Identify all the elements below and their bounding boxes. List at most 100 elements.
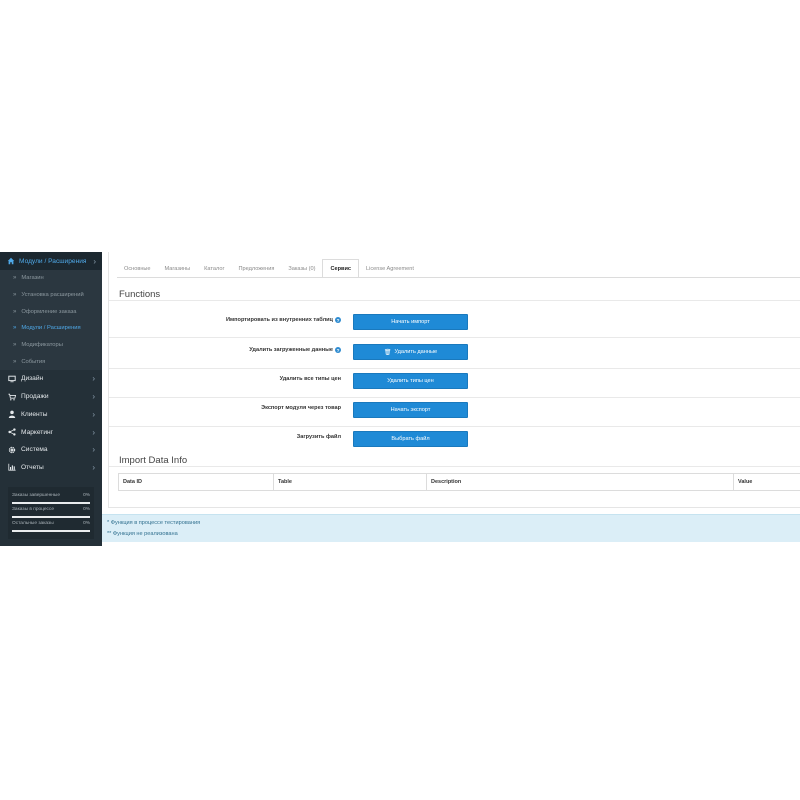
trash-icon: 🗑: [383, 349, 392, 356]
sidebar-sub-item-events[interactable]: » События: [0, 353, 102, 370]
sidebar-sub-item-store[interactable]: » Магазин: [0, 270, 102, 287]
sidebar-sub-item-installer[interactable]: » Установка расширений: [0, 287, 102, 304]
function-label: Загрузить файл: [297, 434, 341, 440]
chevron-icon: »: [13, 308, 17, 315]
function-label-text: Удалить загруженные данные: [249, 347, 333, 353]
start-import-button[interactable]: Начать импорт: [353, 314, 468, 330]
help-icon[interactable]: ?: [335, 317, 341, 323]
home-icon: [7, 257, 15, 265]
sidebar-sub-item-label: События: [21, 358, 46, 365]
note-not-implemented: ** Функция не реализована: [107, 531, 178, 537]
chevron-icon: »: [13, 275, 17, 282]
button-label: Выбрать файл: [391, 436, 430, 442]
choose-file-button[interactable]: Выбрать файл: [353, 431, 468, 447]
column-header-description[interactable]: Description: [426, 474, 733, 490]
sidebar-item-extensions[interactable]: Модули / Расширения ›: [0, 252, 102, 270]
tab-offers[interactable]: Предложения: [232, 259, 282, 278]
gear-icon: [8, 446, 16, 454]
chevron-icon: »: [13, 325, 17, 332]
button-label: Удалить данные: [394, 349, 438, 355]
chevron-right-icon: ›: [92, 462, 95, 472]
sidebar-item-design[interactable]: Дизайн ›: [0, 370, 102, 388]
bar-chart-icon: [8, 463, 16, 472]
sidebar-item-reports[interactable]: Отчеты ›: [0, 459, 102, 477]
sidebar-sub-item-label: Модификаторы: [21, 342, 63, 349]
function-label-text: Загрузить файл: [296, 434, 341, 440]
functions-title: Functions: [119, 289, 161, 300]
tab-service[interactable]: Сервис: [322, 259, 360, 278]
sidebar-item-label: Система: [21, 446, 48, 454]
sidebar-item-label: Маркетинг: [21, 428, 54, 436]
function-label: Удалить все типы цен: [280, 376, 341, 382]
sidebar-item-system[interactable]: Система ›: [0, 441, 102, 459]
sidebar-item-sales[interactable]: Продажи ›: [0, 388, 102, 406]
button-label: Начать импорт: [391, 319, 430, 325]
stat-label: Заказы завершенные: [12, 493, 60, 499]
divider: [109, 466, 800, 467]
function-label-text: Импортировать из внутренних таблиц: [225, 317, 333, 323]
column-header-value[interactable]: Value: [733, 474, 800, 490]
tab-general[interactable]: Основные: [117, 259, 158, 278]
import-data-info-title: Import Data Info: [119, 455, 188, 466]
chevron-right-icon: ›: [93, 256, 96, 266]
function-row-delete-price-types: Удалить все типы цен Удалить типы цен: [109, 367, 800, 396]
chevron-icon: »: [13, 292, 17, 299]
stat-progress-bar: [12, 516, 90, 519]
help-icon[interactable]: ?: [335, 347, 341, 353]
sidebar-sub-item-checkout[interactable]: » Оформление заказа: [0, 303, 102, 320]
chevron-right-icon: ›: [92, 409, 95, 419]
delete-data-button[interactable]: 🗑 Удалить данные: [353, 344, 468, 360]
sidebar-item-label: Клиенты: [21, 410, 48, 418]
function-row-import: Импортировать из внутренних таблиц? Нача…: [109, 308, 800, 337]
user-icon: [8, 410, 16, 419]
sidebar-sub-item-modifications[interactable]: » Модификаторы: [0, 337, 102, 354]
tab-stores[interactable]: Магазины: [158, 259, 198, 278]
tab-bar: Основные Магазины Каталог Предложения За…: [117, 259, 421, 278]
stat-label: Остальные заказы: [12, 521, 54, 527]
import-data-table-header: Data ID Table Description Value: [118, 473, 800, 491]
sidebar-active-label: Модули / Расширения: [19, 257, 87, 265]
sidebar-sub-item-label: Установка расширений: [21, 292, 84, 299]
function-label-text: Удалить все типы цен: [279, 376, 341, 382]
stat-progress-bar: [12, 502, 90, 505]
sidebar-sub-item-label: Оформление заказа: [21, 308, 77, 315]
cart-icon: [8, 393, 16, 401]
sidebar-item-customers[interactable]: Клиенты ›: [0, 406, 102, 424]
button-label: Начать экспорт: [390, 407, 431, 413]
function-label: Экспорт модуля через товар: [261, 405, 341, 411]
stat-row: Заказы в процессе 0%: [12, 507, 90, 512]
order-stats-panel: Заказы завершенные 0% Заказы в процессе 0%…: [8, 487, 94, 540]
sidebar-sub-item-extensions[interactable]: » Модули / Расширения: [0, 320, 102, 337]
sidebar-sub-list: » Магазин » Установка расширений » Оформлен…: [0, 270, 102, 371]
delete-price-types-button[interactable]: Удалить типы цен: [353, 373, 468, 389]
sidebar-sub-item-label: Модули / Расширения: [21, 325, 81, 332]
column-header-table[interactable]: Table: [273, 474, 426, 490]
chevron-right-icon: ›: [92, 427, 95, 437]
tab-catalog[interactable]: Каталог: [197, 259, 231, 278]
function-label: Импортировать из внутренних таблиц?: [226, 317, 341, 323]
function-label-text: Экспорт модуля через товар: [261, 405, 341, 411]
button-label: Удалить типы цен: [387, 378, 434, 384]
function-label: Удалить загруженные данные?: [249, 347, 341, 353]
stat-progress-bar: [12, 530, 90, 533]
sidebar-item-marketing[interactable]: Маркетинг ›: [0, 423, 102, 441]
chevron-right-icon: ›: [92, 392, 95, 402]
chevron-right-icon: ›: [92, 374, 95, 384]
monitor-icon: [8, 375, 16, 383]
start-export-button[interactable]: Начать экспорт: [353, 402, 468, 418]
stat-value: 0%: [83, 507, 90, 513]
column-header-data-id[interactable]: Data ID: [119, 474, 273, 490]
chevron-right-icon: ›: [92, 445, 95, 455]
main-panel: Основные Магазины Каталог Предложения За…: [108, 252, 800, 508]
note-testing: * Функция в процессе тестирования: [107, 520, 201, 526]
sidebar-item-label: Отчеты: [21, 463, 44, 471]
sidebar-sub-item-label: Магазин: [21, 275, 44, 282]
tab-orders[interactable]: Заказы (0): [281, 259, 322, 278]
chevron-icon: »: [13, 358, 17, 365]
function-row-delete-data: Удалить загруженные данные? 🗑 Удалить дан…: [109, 338, 800, 367]
tab-license-agreement[interactable]: License Agreement: [359, 259, 421, 278]
stat-value: 0%: [83, 521, 90, 527]
stat-row: Заказы завершенные 0%: [12, 493, 90, 498]
function-row-upload: Загрузить файл Выбрать файл: [109, 425, 800, 454]
sidebar-item-label: Продажи: [21, 393, 49, 401]
